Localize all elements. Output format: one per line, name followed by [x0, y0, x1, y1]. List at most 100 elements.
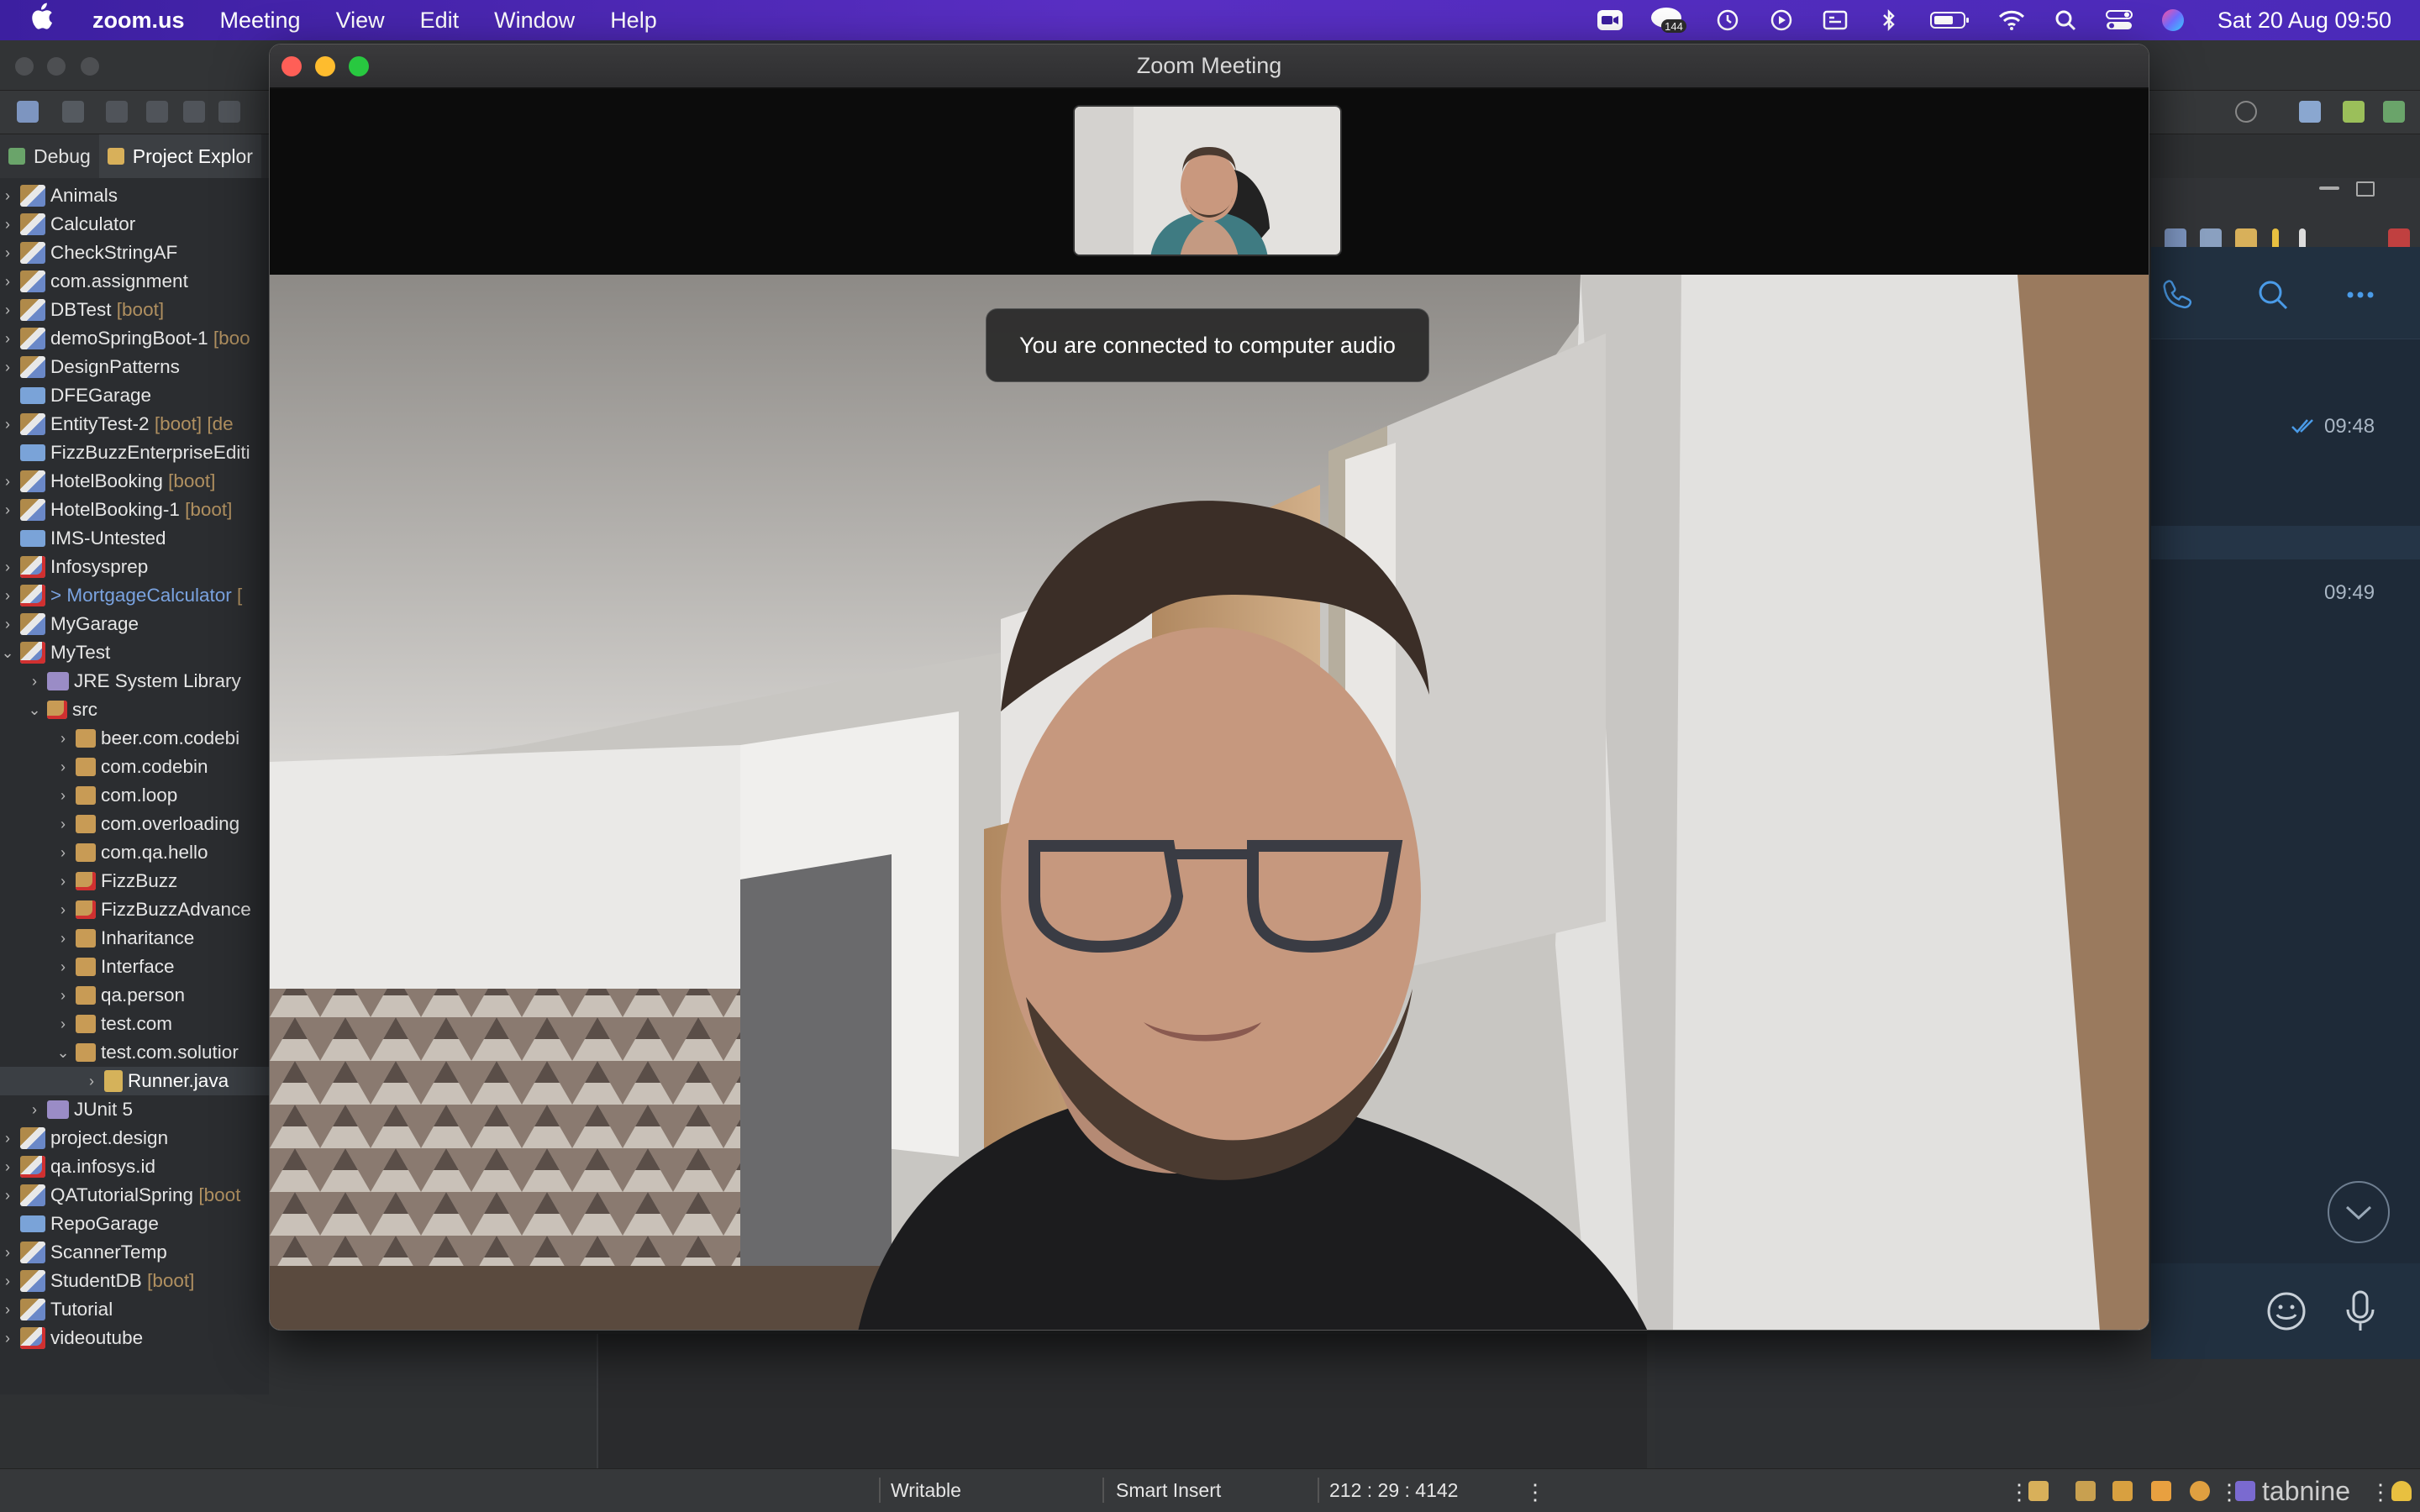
chat-search-icon[interactable] [2254, 276, 2292, 314]
tree-item[interactable]: › Tutorial [0, 1295, 269, 1324]
chevron-down-icon[interactable]: ⌄ [0, 644, 15, 662]
wifi-icon[interactable] [1997, 8, 2026, 32]
tree-item[interactable]: › com.overloading [0, 810, 269, 838]
zoom-status-icon[interactable] [1596, 8, 1624, 32]
chevron-right-icon[interactable]: › [0, 587, 15, 605]
chevron-right-icon[interactable]: › [27, 1101, 42, 1119]
tree-item[interactable]: › QATutorialSpring [boot [0, 1181, 269, 1210]
tree-item[interactable]: › com.assignment [0, 267, 269, 296]
tree-item[interactable]: RepoGarage [0, 1210, 269, 1238]
chevron-right-icon[interactable]: › [0, 273, 15, 291]
chevron-right-icon[interactable]: › [55, 816, 71, 833]
toolbar-open-perspective-icon[interactable] [2299, 101, 2321, 123]
phone-icon[interactable] [2158, 276, 2196, 314]
tree-item[interactable]: › ScannerTemp [0, 1238, 269, 1267]
chevron-right-icon[interactable]: › [55, 1016, 71, 1033]
chevron-right-icon[interactable]: › [55, 844, 71, 862]
close-button[interactable] [281, 56, 302, 76]
zoom-button[interactable] [349, 56, 369, 76]
tree-item[interactable]: › demoSpringBoot-1 [boo [0, 324, 269, 353]
chevron-right-icon[interactable]: › [0, 216, 15, 234]
chevron-right-icon[interactable]: › [0, 1244, 15, 1262]
status-more-icon[interactable]: ⋮ [2008, 1479, 2030, 1505]
tree-item[interactable]: › MyGarage [0, 610, 269, 638]
tree-item[interactable]: › JRE System Library [0, 667, 269, 696]
toolbar-terminate-icon[interactable] [183, 101, 205, 123]
toolbar-search-icon[interactable] [2235, 101, 2257, 123]
tree-item[interactable]: › HotelBooking-1 [boot] [0, 496, 269, 524]
play-icon[interactable] [1767, 8, 1796, 32]
tree-item[interactable]: › CheckStringAF [0, 239, 269, 267]
lightbulb-icon[interactable] [2391, 1481, 2412, 1501]
battery-icon[interactable] [1928, 8, 1972, 32]
tab-project-explorer[interactable]: Project Explor [98, 134, 261, 178]
notification-badge-icon[interactable]: 144 [1649, 8, 1688, 33]
tree-item[interactable]: › DBTest [boot] [0, 296, 269, 324]
chevron-right-icon[interactable]: › [0, 359, 15, 376]
chevron-right-icon[interactable]: › [0, 416, 15, 433]
tree-item[interactable]: › HotelBooking [boot] [0, 467, 269, 496]
tree-item[interactable]: › EntityTest-2 [boot] [de [0, 410, 269, 438]
chevron-right-icon[interactable]: › [0, 244, 15, 262]
tree-item[interactable]: › Inharitance [0, 924, 269, 953]
spotlight-search-icon[interactable] [2051, 8, 2080, 32]
chevron-right-icon[interactable]: › [0, 473, 15, 491]
tree-item[interactable]: › videoutube [0, 1324, 269, 1352]
eclipse-zoom-button[interactable] [81, 57, 99, 76]
microphone-icon[interactable] [2338, 1289, 2383, 1334]
settings-icon[interactable] [2190, 1481, 2210, 1501]
chevron-right-icon[interactable]: › [0, 1301, 15, 1319]
tab-debug[interactable]: Debug [0, 134, 99, 178]
chevron-right-icon[interactable]: › [0, 1330, 15, 1347]
chevron-right-icon[interactable]: › [0, 1130, 15, 1147]
tabnine-label[interactable]: tabnine [2262, 1476, 2350, 1507]
tree-item[interactable]: › Calculator [0, 210, 269, 239]
chevron-right-icon[interactable]: › [0, 187, 15, 205]
tree-item[interactable]: ⌄ test.com.solutior [0, 1038, 269, 1067]
tree-item-selected[interactable]: › Runner.java [0, 1067, 269, 1095]
chevron-down-icon[interactable]: ⌄ [27, 701, 42, 719]
emoji-icon[interactable] [2264, 1289, 2309, 1334]
chevron-right-icon[interactable]: › [0, 302, 15, 319]
chevron-right-icon[interactable]: › [55, 759, 71, 776]
wand-icon[interactable] [2151, 1481, 2171, 1501]
status-insert-mode[interactable]: Smart Insert [1116, 1479, 1221, 1502]
chat-input-bar[interactable] [2151, 1263, 2420, 1359]
chevron-right-icon[interactable]: › [55, 901, 71, 919]
menu-app-zoom[interactable]: zoom.us [92, 8, 185, 34]
input-source-icon[interactable] [1821, 8, 1849, 32]
main-video-feed[interactable]: You are connected to computer audio [270, 275, 2149, 1330]
scroll-down-button[interactable] [2328, 1181, 2390, 1243]
toolbar-skip-breakpoints-icon[interactable] [62, 101, 84, 123]
control-center-icon[interactable] [2105, 8, 2133, 32]
chevron-right-icon[interactable]: › [55, 730, 71, 748]
menu-edit[interactable]: Edit [420, 8, 460, 34]
tree-item[interactable]: › com.qa.hello [0, 838, 269, 867]
chevron-right-icon[interactable]: › [55, 987, 71, 1005]
tree-item[interactable]: IMS-Untested [0, 524, 269, 553]
tree-item[interactable]: › FizzBuzz [0, 867, 269, 895]
menu-view[interactable]: View [336, 8, 385, 34]
status-cursor-position[interactable]: 212 : 29 : 4142 [1329, 1479, 1458, 1502]
menu-window[interactable]: Window [494, 8, 575, 34]
chevron-right-icon[interactable]: › [0, 330, 15, 348]
minimize-view-icon[interactable] [2319, 186, 2339, 190]
siri-icon[interactable] [2159, 8, 2187, 32]
more-options-icon[interactable] [2341, 276, 2380, 314]
chevron-right-icon[interactable]: › [27, 673, 42, 690]
tree-item[interactable]: › Infosysprep [0, 553, 269, 581]
time-machine-icon[interactable] [1713, 8, 1742, 32]
tree-item[interactable]: FizzBuzzEnterpriseEditi [0, 438, 269, 467]
chevron-right-icon[interactable]: › [0, 1273, 15, 1290]
chevron-right-icon[interactable]: › [55, 930, 71, 948]
tree-item[interactable]: › qa.person [0, 981, 269, 1010]
menu-help[interactable]: Help [610, 8, 657, 34]
graduation-cap-icon[interactable] [2112, 1481, 2133, 1501]
eclipse-minimize-button[interactable] [47, 57, 66, 76]
toolbar-perspective-icon[interactable] [17, 101, 39, 123]
minimize-button[interactable] [315, 56, 335, 76]
menu-meeting[interactable]: Meeting [220, 8, 301, 34]
chevron-right-icon[interactable]: › [84, 1073, 99, 1090]
maximize-view-icon[interactable] [2356, 181, 2375, 197]
chevron-right-icon[interactable]: › [55, 873, 71, 890]
